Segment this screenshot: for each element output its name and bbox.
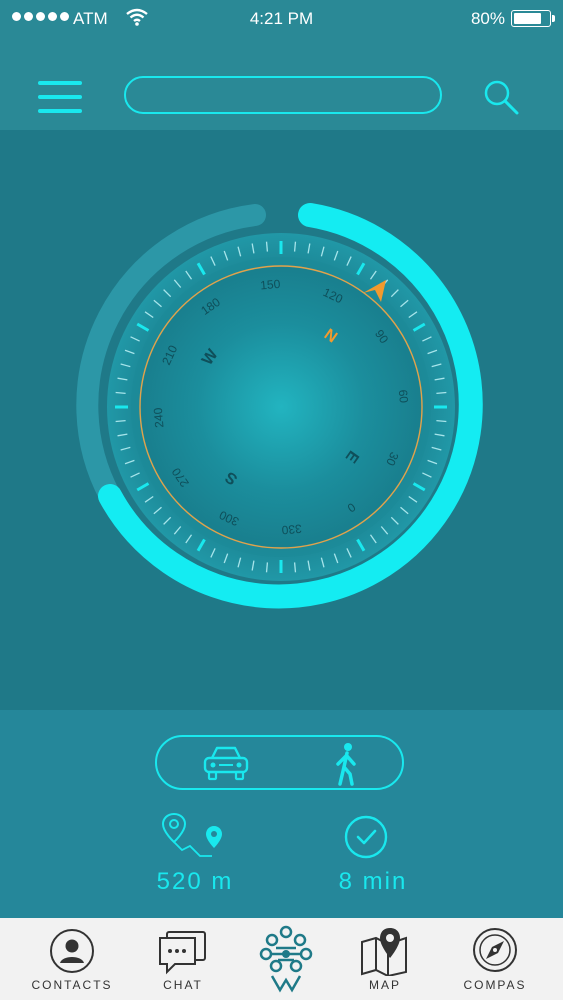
compass-degree-label: 60: [396, 389, 411, 404]
search-input[interactable]: [124, 76, 442, 114]
battery-percentage: 80%: [470, 9, 505, 28]
bottom-tab-bar: CONTACTS CHAT MAP COMPAS: [0, 918, 563, 1000]
checkmark-clock-icon: [344, 815, 388, 859]
tab-map[interactable]: MAP: [329, 918, 441, 1000]
app-logo-icon: [259, 925, 313, 993]
transport-mode-toggle[interactable]: [155, 735, 404, 790]
search-icon[interactable]: [482, 78, 520, 116]
distance-value: 520 m: [156, 868, 234, 895]
compass-degree-label: 150: [260, 277, 281, 293]
compass-degree-label: 330: [281, 522, 302, 538]
tab-contacts-label: CONTACTS: [31, 978, 113, 992]
compass-tick: [115, 391, 126, 395]
tab-contacts[interactable]: CONTACTS: [16, 918, 128, 1000]
compass-tick: [293, 241, 297, 252]
tab-home-logo[interactable]: [230, 918, 342, 1000]
car-icon[interactable]: [202, 744, 250, 782]
compass-dial[interactable]: 0306090120150180210240270300330NESW: [0, 130, 563, 710]
compass-icon: [473, 928, 517, 972]
hamburger-menu-icon[interactable]: [38, 81, 82, 115]
compass-tick: [436, 391, 447, 395]
compass-tick: [293, 562, 297, 573]
chat-icon: [159, 931, 206, 975]
contacts-icon: [50, 929, 94, 973]
tab-chat-label: CHAT: [163, 978, 203, 992]
compass-tick: [265, 562, 269, 573]
compass-tick: [436, 419, 447, 423]
tab-compass[interactable]: COMPAS: [439, 918, 551, 1000]
walk-icon[interactable]: [332, 742, 362, 786]
distance-route-icon: [161, 812, 222, 857]
compass-tick: [265, 241, 269, 252]
route-panel: 520 m 8 min: [0, 710, 563, 918]
compass-panel: 0 30 60 90 120 150 180 210 240 270 300 330 N E S W: [0, 130, 563, 710]
top-bar: [0, 38, 563, 130]
tab-map-label: MAP: [368, 978, 401, 992]
status-bar: ATM 4:21 PM 80%: [0, 0, 563, 38]
tab-chat[interactable]: CHAT: [127, 918, 239, 1000]
tab-compass-label: COMPAS: [463, 978, 527, 992]
map-icon: [361, 928, 407, 976]
compass-degree-label: 240: [151, 407, 167, 428]
battery-icon: [511, 10, 555, 27]
duration-value: 8 min: [338, 868, 408, 895]
compass-tick: [115, 419, 126, 423]
